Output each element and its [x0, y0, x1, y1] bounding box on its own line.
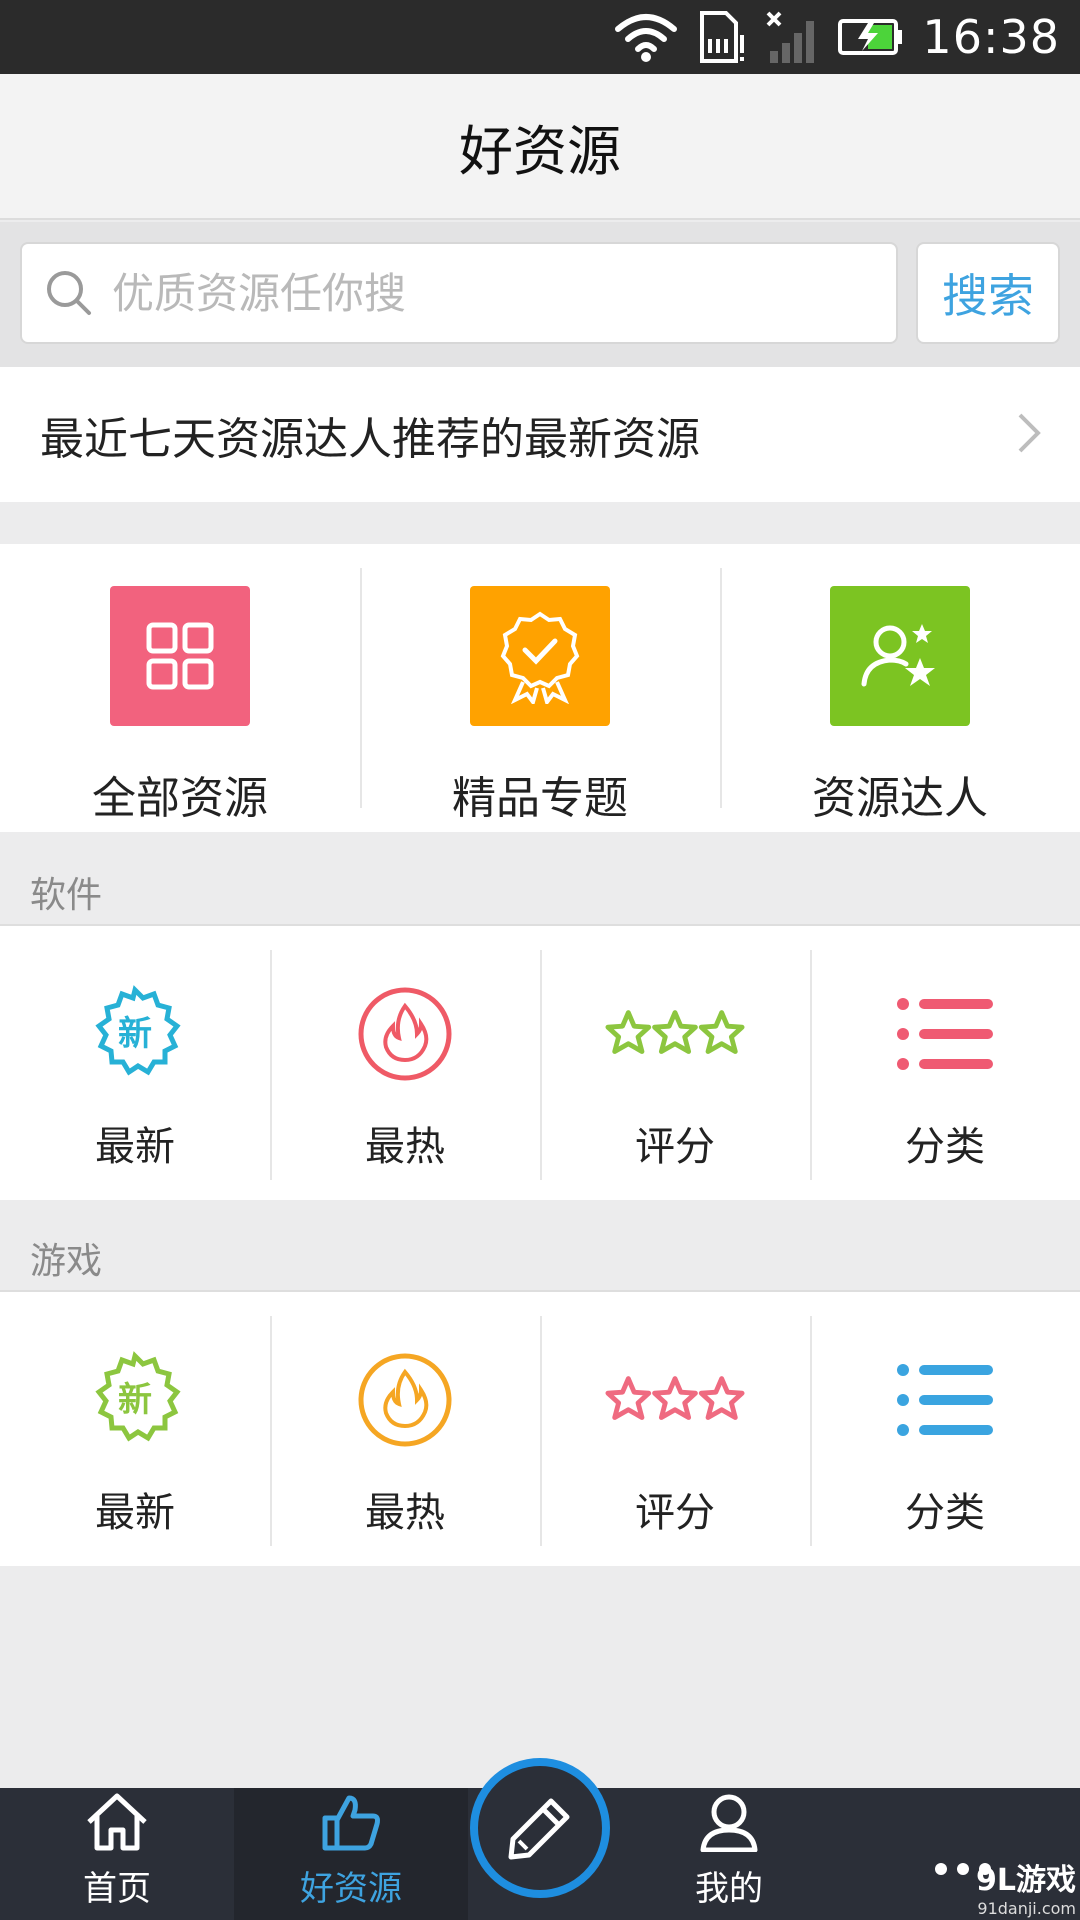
tab-home[interactable]: 首页: [0, 1788, 234, 1920]
home-icon: [85, 1788, 149, 1855]
games-item-category[interactable]: 分类: [810, 1292, 1080, 1566]
grid-icon: [110, 586, 250, 726]
games-item-label: 评分: [635, 1490, 715, 1536]
grid-item-featured-topics[interactable]: 精品专题: [360, 544, 720, 832]
grid-item-label: 全部资源: [92, 773, 268, 824]
svg-text:新: 新: [118, 1380, 152, 1420]
games-item-label: 分类: [905, 1490, 985, 1536]
status-time: 16:38: [922, 10, 1060, 64]
software-item-label: 最热: [365, 1124, 445, 1170]
stars-icon: [605, 1350, 745, 1450]
user-icon: [697, 1788, 761, 1855]
stars-icon: [605, 984, 745, 1084]
search-input[interactable]: [112, 268, 812, 318]
title-bar: 好资源: [0, 74, 1080, 220]
search-box[interactable]: [20, 242, 898, 344]
software-grid: 新 最新 最热 评分 分类: [0, 924, 1080, 1200]
flame-icon: [335, 1350, 475, 1450]
badge-check-icon: [470, 586, 610, 726]
new-badge-icon: 新: [65, 984, 205, 1084]
games-grid: 新 最新 最热 评分 分类: [0, 1290, 1080, 1566]
tab-label: 我的: [695, 1869, 763, 1909]
watermark-logo: 9L游戏: [976, 1863, 1076, 1898]
signal-icon: [767, 11, 815, 63]
grid-item-label: 资源达人: [812, 773, 988, 824]
games-item-rating[interactable]: 评分: [540, 1292, 810, 1566]
grid-item-resource-experts[interactable]: 资源达人: [720, 544, 1080, 832]
section-title-software: 软件: [30, 875, 103, 916]
grid-item-all-resources[interactable]: 全部资源: [0, 544, 360, 832]
software-item-hottest[interactable]: 最热: [270, 926, 540, 1200]
list-icon: [875, 984, 1015, 1084]
battery-icon: [838, 19, 903, 55]
recommend-text: 最近七天资源达人推荐的最新资源: [40, 413, 700, 465]
wifi-icon: [615, 14, 678, 62]
tab-mine[interactable]: 我的: [612, 1788, 846, 1920]
games-item-label: 最热: [365, 1490, 445, 1536]
software-item-label: 分类: [905, 1124, 985, 1170]
list-icon: [875, 1350, 1015, 1450]
games-item-label: 最新: [95, 1490, 175, 1536]
flame-icon: [335, 984, 475, 1084]
tab-resources[interactable]: 好资源: [234, 1788, 468, 1920]
recommend-row[interactable]: 最近七天资源达人推荐的最新资源: [0, 367, 1080, 502]
watermark: 9L游戏 91danji.com: [976, 1855, 1076, 1918]
main-grid: 全部资源 精品专题 资源达人: [0, 544, 1080, 832]
svg-text:新: 新: [118, 1014, 152, 1054]
section-title-games: 游戏: [30, 1241, 103, 1282]
software-item-newest[interactable]: 新 最新: [0, 926, 270, 1200]
games-item-hottest[interactable]: 最热: [270, 1292, 540, 1566]
pencil-icon: [508, 1798, 570, 1860]
software-item-rating[interactable]: 评分: [540, 926, 810, 1200]
sim-card-icon: [700, 11, 745, 63]
compose-button[interactable]: [470, 1758, 610, 1898]
search-button[interactable]: 搜索: [916, 242, 1060, 344]
watermark-url: 91danji.com: [977, 1899, 1076, 1918]
user-star-icon: [830, 586, 970, 726]
software-item-category[interactable]: 分类: [810, 926, 1080, 1200]
search-icon: [47, 271, 91, 315]
software-item-label: 评分: [635, 1124, 715, 1170]
page-title: 好资源: [459, 119, 621, 183]
new-badge-icon: 新: [65, 1350, 205, 1450]
search-row: 搜索: [0, 222, 1080, 367]
software-item-label: 最新: [95, 1124, 175, 1170]
games-item-newest[interactable]: 新 最新: [0, 1292, 270, 1566]
tab-label: 首页: [83, 1869, 151, 1909]
status-bar: 16:38: [0, 0, 1080, 74]
grid-item-label: 精品专题: [452, 773, 628, 824]
thumbs-up-icon: [319, 1788, 383, 1855]
tab-label: 好资源: [300, 1869, 402, 1909]
chevron-right-icon: [1018, 413, 1041, 453]
